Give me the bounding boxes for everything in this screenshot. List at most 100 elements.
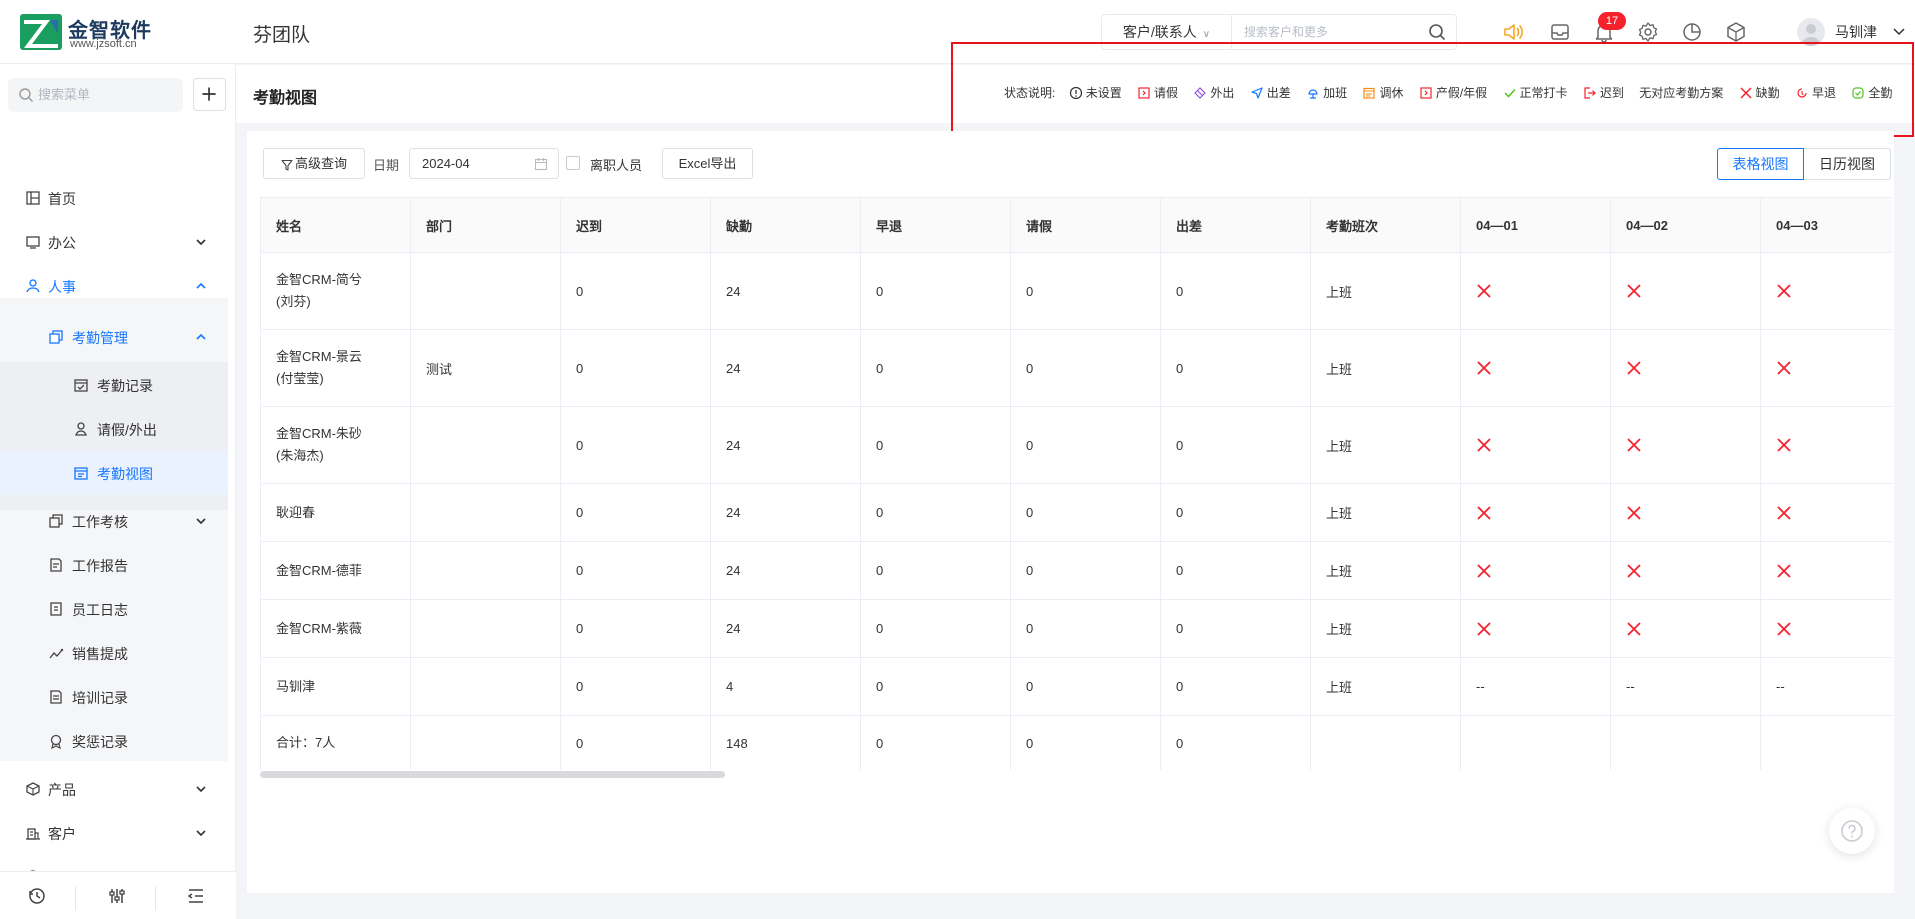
- absent-x-icon[interactable]: [1776, 283, 1792, 299]
- sidebar-item-office[interactable]: 办公: [0, 220, 236, 264]
- absent-x-icon[interactable]: [1626, 563, 1642, 579]
- cube-icon[interactable]: [1724, 20, 1748, 44]
- history-icon[interactable]: [27, 886, 47, 906]
- absent-x-icon[interactable]: [1626, 505, 1642, 521]
- home-icon: [26, 191, 40, 205]
- legend-item-business-trip: 出差: [1250, 84, 1291, 101]
- plus-icon: [202, 87, 216, 101]
- menu-search-input[interactable]: [36, 86, 176, 103]
- legend-title: 状态说明:: [1004, 86, 1056, 100]
- hr-icon: [26, 279, 40, 293]
- absent-x-icon[interactable]: [1776, 360, 1792, 376]
- resigned-label[interactable]: 离职人员: [590, 155, 642, 174]
- day-status-cell: [1461, 330, 1611, 407]
- dept-cell: [411, 407, 561, 484]
- global-search: 客户/联系人 ∨: [1101, 14, 1457, 50]
- alert-circle-icon: [1069, 86, 1082, 99]
- sidebar-item-hr[interactable]: 人事: [0, 264, 236, 308]
- absent-x-icon[interactable]: [1776, 621, 1792, 637]
- box-icon: [26, 782, 40, 796]
- sidebar-item-label: 办公: [48, 235, 76, 251]
- absent-x-icon[interactable]: [1776, 563, 1792, 579]
- search-type-select[interactable]: 客户/联系人 ∨: [1102, 15, 1232, 49]
- report-icon: [50, 558, 62, 572]
- avatar[interactable]: [1797, 18, 1825, 46]
- search-icon[interactable]: [1428, 23, 1446, 41]
- sidebar-item-leave-outing[interactable]: 请假/外出: [0, 407, 236, 451]
- absent-x-icon[interactable]: [1776, 437, 1792, 453]
- early-leave-icon: [1797, 87, 1807, 98]
- gear-icon[interactable]: [1636, 20, 1660, 44]
- name-cell: 金智CRM-简兮 (刘芬): [261, 253, 411, 330]
- absent-x-icon[interactable]: [1776, 505, 1792, 521]
- sidebar-item-work-assessment[interactable]: 工作考核: [0, 499, 236, 543]
- absent-x-icon[interactable]: [1476, 621, 1492, 637]
- sidebar-item-label: 销售提成: [72, 646, 128, 662]
- day-status-cell: [1761, 542, 1892, 600]
- day-status-cell: --: [1461, 658, 1611, 716]
- question-icon: [1841, 820, 1863, 842]
- advanced-query-button[interactable]: 高级查询: [263, 148, 365, 179]
- day-status-cell: [1761, 330, 1892, 407]
- sidebar-item-attendance-view[interactable]: 考勤视图: [0, 451, 228, 495]
- chevron-down-icon: ∨: [1202, 29, 1211, 40]
- name-cell: 金智CRM-紫薇: [261, 600, 411, 658]
- name-cell: 金智CRM-景云 (付莹莹): [261, 330, 411, 407]
- total-shift-cell: [1311, 716, 1461, 770]
- absent-x-icon[interactable]: [1476, 437, 1492, 453]
- sliders-icon[interactable]: [107, 886, 127, 906]
- legend-item-early-leave: 早退: [1795, 84, 1836, 101]
- absent-x-icon[interactable]: [1626, 437, 1642, 453]
- name-cell: 金智CRM-德菲: [261, 542, 411, 600]
- sidebar-item-work-report[interactable]: 工作报告: [0, 543, 236, 587]
- sidebar-item-label: 员工日志: [72, 602, 128, 618]
- absent-x-icon[interactable]: [1626, 621, 1642, 637]
- pie-chart-icon[interactable]: [1680, 20, 1704, 44]
- resigned-checkbox[interactable]: [566, 156, 580, 170]
- excel-export-button[interactable]: Excel导出: [662, 148, 753, 179]
- total-late-cell: 0: [561, 716, 711, 770]
- absent-x-icon[interactable]: [1476, 505, 1492, 521]
- absent-x-icon[interactable]: [1476, 360, 1492, 376]
- award-icon: [50, 734, 62, 749]
- day-status-cell: [1461, 600, 1611, 658]
- team-name[interactable]: 芬团队: [253, 20, 310, 47]
- trip-cell: 0: [1161, 330, 1311, 407]
- date-picker[interactable]: [409, 148, 559, 179]
- legend-item-full-attendance: 全勤: [1851, 84, 1892, 101]
- user-name[interactable]: 马钏津: [1835, 22, 1877, 42]
- sidebar-item-rewards-records[interactable]: 奖惩记录: [0, 719, 236, 763]
- sidebar-item-sales-commission[interactable]: 销售提成: [0, 631, 236, 675]
- absent-x-icon[interactable]: [1476, 283, 1492, 299]
- absent-x-icon[interactable]: [1626, 360, 1642, 376]
- horizontal-scrollbar[interactable]: [260, 771, 725, 778]
- sidebar-item-label: 工作报告: [72, 558, 128, 574]
- sidebar-item-customers[interactable]: 客户: [0, 811, 236, 855]
- early-cell: 0: [861, 330, 1011, 407]
- sidebar-item-employee-log[interactable]: 员工日志: [0, 587, 236, 631]
- sidebar-item-products[interactable]: 产品: [0, 767, 236, 811]
- sidebar-item-attendance-management[interactable]: 考勤管理: [0, 315, 236, 359]
- absent-x-icon[interactable]: [1626, 283, 1642, 299]
- table-view-button[interactable]: 表格视图: [1717, 148, 1804, 180]
- search-input[interactable]: [1242, 21, 1422, 43]
- legend-item-compensatory: 调休: [1362, 84, 1404, 101]
- inbox-icon[interactable]: [1548, 20, 1572, 44]
- collapse-menu-icon[interactable]: [186, 886, 206, 906]
- calendar-view-button[interactable]: 日历视图: [1804, 148, 1891, 180]
- date-input[interactable]: [420, 155, 520, 172]
- notification-badge[interactable]: 17: [1598, 12, 1626, 30]
- sidebar-item-training-records[interactable]: 培训记录: [0, 675, 236, 719]
- help-button[interactable]: [1829, 808, 1875, 854]
- sidebar-item-attendance-records[interactable]: 考勤记录: [0, 363, 236, 407]
- speaker-icon[interactable]: [1501, 20, 1525, 44]
- logo[interactable]: 金智软件 www.jzsoft.cn: [20, 12, 160, 52]
- absent-x-icon[interactable]: [1476, 563, 1492, 579]
- sidebar-item-home[interactable]: 首页: [0, 176, 236, 220]
- calendar-check-icon: [74, 379, 88, 392]
- add-button[interactable]: [193, 78, 226, 111]
- legend-item-normal-clock: 正常打卡: [1503, 84, 1568, 101]
- chevron-down-icon[interactable]: [1892, 24, 1906, 38]
- dept-cell: [411, 484, 561, 542]
- dept-cell: 测试: [411, 330, 561, 407]
